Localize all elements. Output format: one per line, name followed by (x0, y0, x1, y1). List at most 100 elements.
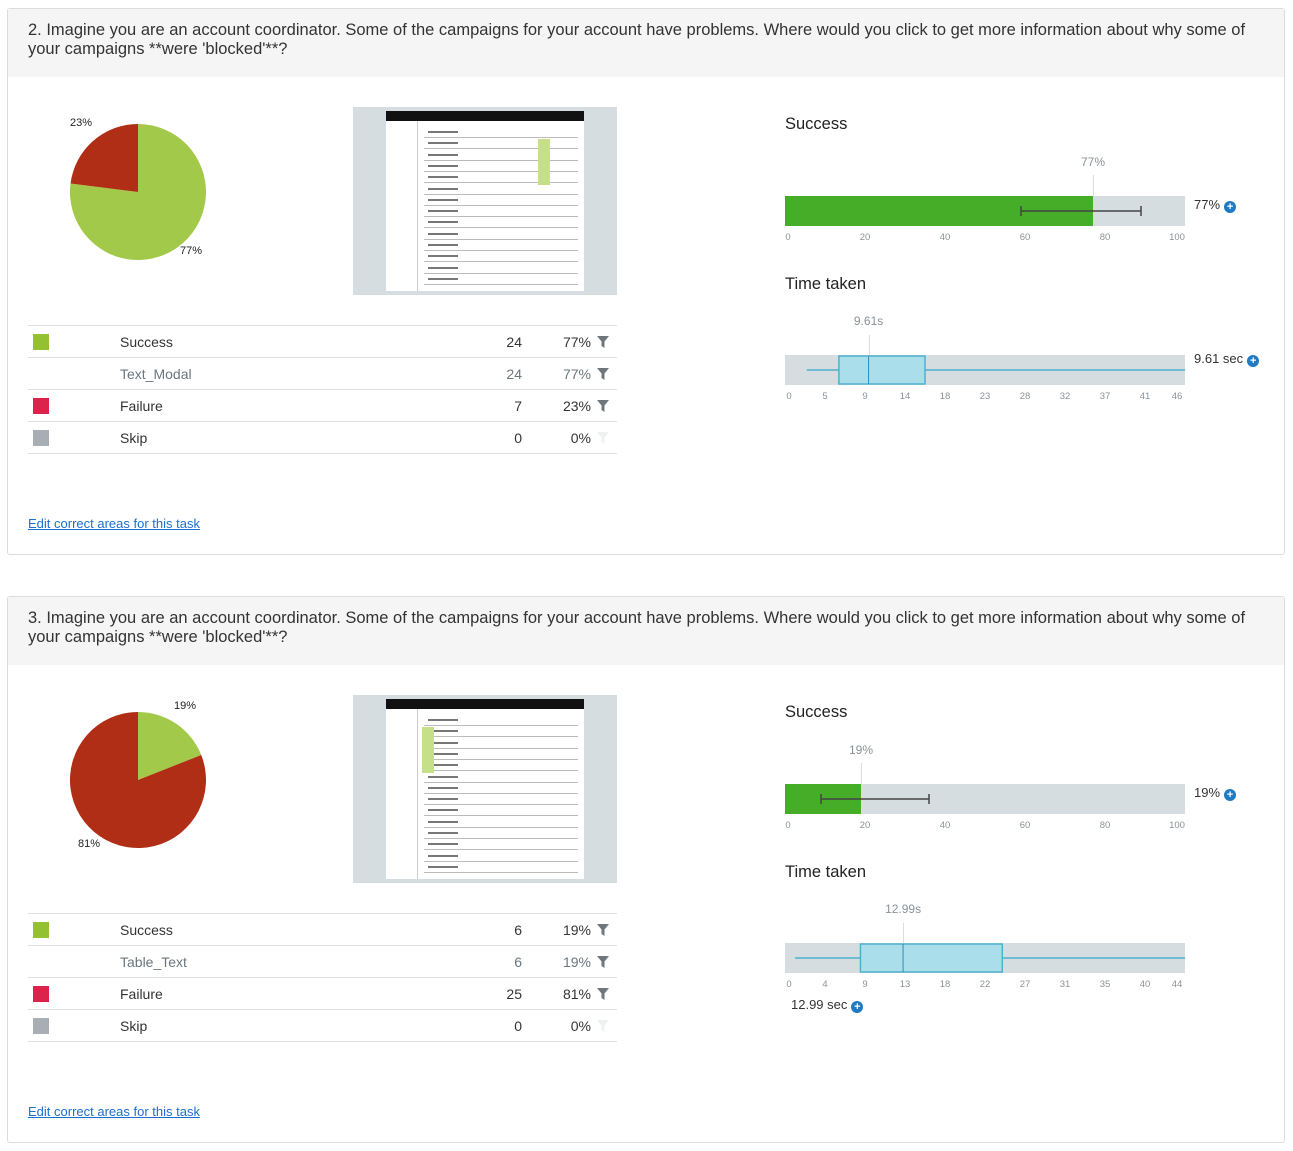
filter-icon[interactable] (597, 923, 609, 936)
table-row[interactable]: Table_Text 6 19% (28, 945, 617, 978)
table-row[interactable]: Skip 0 0% (28, 421, 617, 454)
table-row[interactable]: Skip 0 0% (28, 1009, 617, 1042)
confidence-interval (820, 794, 930, 804)
axis-tick-label: 100 (1169, 232, 1185, 243)
axis-tick-label: 22 (979, 979, 991, 990)
expand-plus-icon[interactable]: + (1247, 355, 1260, 367)
time-box-plot (785, 943, 1185, 973)
expand-plus-icon[interactable]: + (1224, 201, 1237, 213)
time-marker-label: 12.99s (885, 902, 922, 916)
success-value: 77% + (1194, 197, 1237, 213)
table-row[interactable]: Failure 7 23% (28, 389, 617, 422)
result-pie-chart (70, 712, 207, 848)
axis-tick-label: 14 (899, 391, 911, 402)
success-value-text: 77% (1194, 197, 1221, 212)
axis-tick-label: 46 (1171, 391, 1183, 402)
axis-tick-label: 40 (939, 820, 951, 831)
filter-icon[interactable] (597, 987, 609, 1000)
axis-tick-label: 0 (786, 979, 792, 990)
legend-swatch (33, 986, 49, 1003)
task-question: 2. Imagine you are an account coordinato… (8, 9, 1284, 77)
filter-icon[interactable] (597, 955, 609, 968)
axis-tick-label: 13 (899, 979, 911, 990)
pie-label-success: 19% (174, 700, 197, 712)
row-count: 0 (420, 421, 522, 454)
axis-tick-label: 40 (1139, 979, 1151, 990)
axis-tick-label: 9 (862, 391, 868, 402)
axis-tick-label: 5 (822, 391, 828, 402)
axis-tick-label: 35 (1099, 979, 1111, 990)
axis-tick-label: 60 (1019, 232, 1031, 243)
pie-label-failure: 23% (70, 117, 93, 129)
table-row[interactable]: Text_Modal 24 77% (28, 357, 617, 390)
row-percent: 19% (562, 921, 591, 938)
row-percent: 0% (570, 429, 591, 446)
success-title: Success (785, 115, 848, 133)
task-panel: 2. Imagine you are an account coordinato… (7, 8, 1285, 555)
filter-icon[interactable] (597, 431, 609, 444)
time-value-text: 9.61 sec (1194, 351, 1244, 366)
row-percent: 19% (562, 953, 591, 970)
axis-tick-label: 23 (979, 391, 991, 402)
axis-tick-label: 37 (1099, 391, 1111, 402)
axis-tick-label: 0 (786, 391, 792, 402)
row-percent: 0% (570, 1017, 591, 1034)
axis-tick-label: 4 (822, 979, 828, 990)
legend-swatch (33, 922, 49, 939)
axis-tick-label: 20 (859, 820, 871, 831)
task-screenshot-thumbnail[interactable] (353, 107, 617, 295)
table-row[interactable]: Success 6 19% (28, 913, 617, 946)
pie-slice-failure (70, 124, 138, 192)
results-table: Success 24 77% Text_Modal 24 77% Failure 7 23% Sk… (28, 325, 617, 454)
axis-tick-label: 100 (1169, 820, 1185, 831)
expand-plus-icon[interactable]: + (851, 1001, 864, 1013)
task-question: 3. Imagine you are an account coordinato… (8, 597, 1284, 665)
axis-tick-label: 18 (939, 979, 951, 990)
success-value: 19% + (1194, 785, 1237, 801)
axis-tick-label: 44 (1171, 979, 1183, 990)
legend-swatch (33, 430, 49, 447)
axis-tick-label: 20 (859, 232, 871, 243)
time-value: 12.99 sec + (791, 997, 864, 1013)
result-pie-chart (70, 124, 207, 260)
row-label: Failure (120, 389, 420, 422)
row-count: 24 (420, 325, 522, 358)
box-iqr (838, 355, 926, 385)
legend-swatch (33, 1018, 49, 1035)
row-count: 6 (420, 945, 522, 978)
edit-correct-areas-link[interactable]: Edit correct areas for this task (28, 1104, 200, 1119)
task-screenshot-thumbnail[interactable] (353, 695, 617, 883)
table-row[interactable]: Failure 25 81% (28, 977, 617, 1010)
confidence-interval (1020, 206, 1142, 216)
filter-icon[interactable] (597, 367, 609, 380)
pie-label-success: 77% (180, 245, 203, 257)
row-count: 24 (420, 357, 522, 390)
pie-label-failure: 81% (78, 838, 101, 850)
filter-icon[interactable] (597, 399, 609, 412)
axis-tick-label: 27 (1019, 979, 1031, 990)
table-row[interactable]: Success 24 77% (28, 325, 617, 358)
success-value-text: 19% (1194, 785, 1221, 800)
row-count: 7 (420, 389, 522, 422)
axis-tick-label: 0 (785, 232, 791, 243)
success-marker-line (1093, 175, 1094, 196)
time-value-text: 12.99 sec (791, 997, 848, 1012)
row-label: Table_Text (120, 945, 420, 978)
time-box-plot (785, 355, 1185, 385)
box-iqr (859, 943, 1004, 973)
filter-icon[interactable] (597, 1019, 609, 1032)
success-marker-line (861, 763, 862, 784)
row-percent: 23% (562, 397, 591, 414)
axis-tick-label: 31 (1059, 979, 1071, 990)
edit-correct-areas-link[interactable]: Edit correct areas for this task (28, 516, 200, 531)
expand-plus-icon[interactable]: + (1224, 789, 1237, 801)
success-bar-track (785, 784, 1185, 814)
row-label: Failure (120, 977, 420, 1010)
filter-icon[interactable] (597, 335, 609, 348)
time-taken-title: Time taken (785, 275, 867, 293)
axis-tick-label: 40 (939, 232, 951, 243)
axis-tick-label: 80 (1099, 820, 1111, 831)
axis-tick-label: 80 (1099, 232, 1111, 243)
time-taken-title: Time taken (785, 863, 867, 881)
row-label: Skip (120, 1009, 420, 1042)
